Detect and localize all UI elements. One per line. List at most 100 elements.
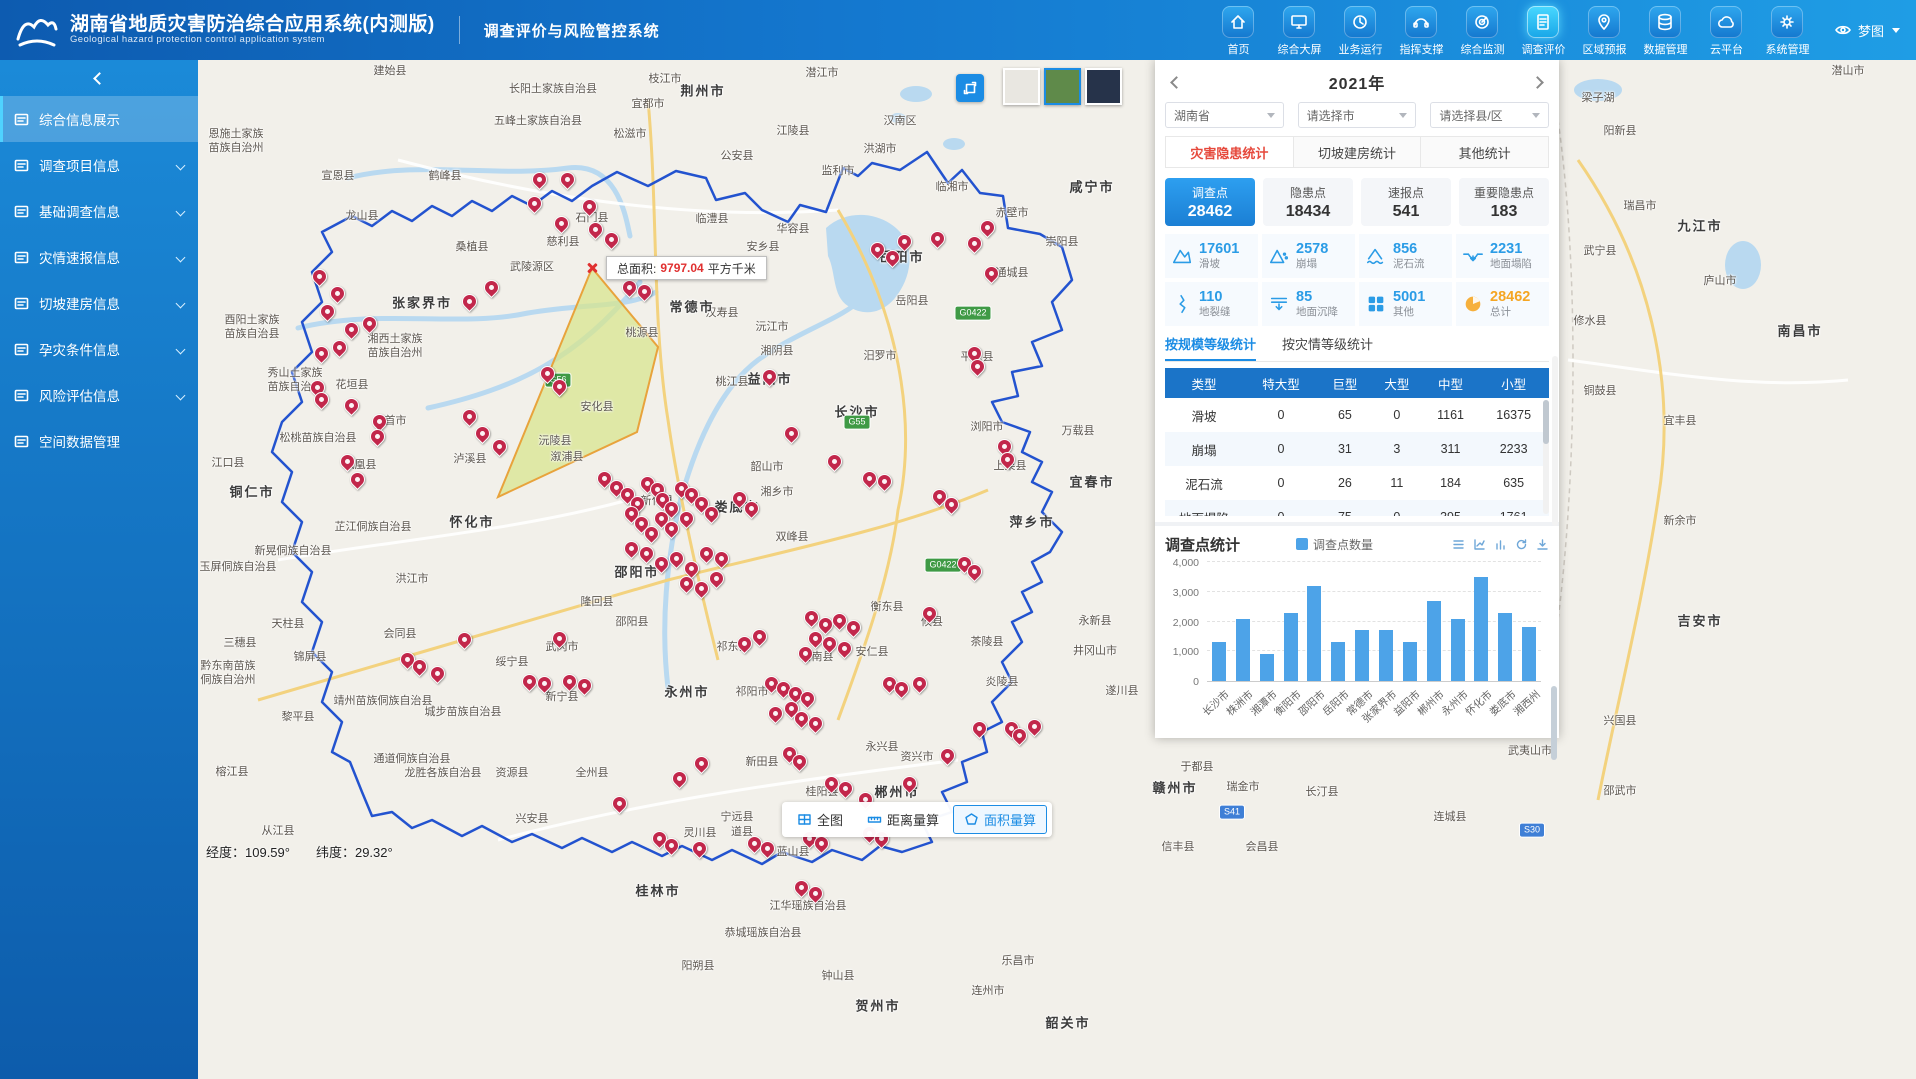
user-menu[interactable]: 梦图 bbox=[1834, 21, 1900, 40]
stat-subsidence[interactable]: 85地面沉降 bbox=[1262, 282, 1355, 326]
measure-vertex-x-icon[interactable] bbox=[586, 262, 598, 274]
basemap-thumb-dark[interactable] bbox=[1085, 68, 1122, 105]
stat-landslide[interactable]: 17601滑坡 bbox=[1165, 234, 1258, 278]
stat-collapse[interactable]: 2578崩塌 bbox=[1262, 234, 1355, 278]
tab-by-scale-level[interactable]: 按规模等级统计 bbox=[1165, 334, 1256, 361]
city-select[interactable]: 请选择市 bbox=[1298, 102, 1417, 128]
data-view-icon[interactable] bbox=[1452, 538, 1465, 551]
bar[interactable] bbox=[1331, 642, 1345, 681]
menu-item-icon bbox=[14, 434, 29, 449]
headset-icon bbox=[1405, 6, 1437, 38]
table-scrollbar[interactable] bbox=[1543, 400, 1549, 514]
coordinate-readout: 经度：109.59° 纬度：29.32° bbox=[206, 842, 393, 861]
bar[interactable] bbox=[1307, 586, 1321, 681]
chevron-down-icon bbox=[1399, 113, 1407, 118]
table-row[interactable]: 崩塌03133112233 bbox=[1165, 432, 1549, 466]
nav-item-data-management[interactable]: 数据管理 bbox=[1637, 4, 1694, 57]
chevron-down-icon bbox=[1892, 28, 1900, 33]
stat-other[interactable]: 5001其他 bbox=[1359, 282, 1452, 326]
sidebar-item-disaster-conditions[interactable]: 孕灾条件信息 bbox=[0, 326, 198, 372]
tab-slope-housing-stats[interactable]: 切坡建房统计 bbox=[1293, 136, 1422, 168]
sidebar-item-spatial-data[interactable]: 空间数据管理 bbox=[0, 418, 198, 464]
bar[interactable] bbox=[1451, 619, 1465, 681]
year-prev-button[interactable] bbox=[1165, 71, 1187, 93]
refresh-icon[interactable] bbox=[1515, 538, 1528, 551]
bar[interactable] bbox=[1403, 642, 1417, 681]
menu-item-icon bbox=[14, 250, 29, 265]
tab-hazard-stats[interactable]: 灾害隐患统计 bbox=[1165, 136, 1294, 168]
longitude-value: 经度：109.59° bbox=[206, 842, 290, 861]
bar[interactable] bbox=[1212, 642, 1226, 681]
bar[interactable] bbox=[1260, 654, 1274, 681]
year-value: 2021年 bbox=[1329, 70, 1386, 94]
bar[interactable] bbox=[1427, 601, 1441, 681]
axis-flip-icon[interactable] bbox=[1473, 538, 1486, 551]
sidebar-item-slope-housing[interactable]: 切坡建房信息 bbox=[0, 280, 198, 326]
card-quick-report-points[interactable]: 速报点 541 bbox=[1361, 178, 1451, 226]
nav-item-system-management[interactable]: 系统管理 bbox=[1759, 4, 1816, 57]
bar[interactable] bbox=[1498, 613, 1512, 681]
table-row[interactable]: 泥石流02611184635 bbox=[1165, 466, 1549, 500]
sidebar-item-risk-assessment[interactable]: 风险评估信息 bbox=[0, 372, 198, 418]
table-row[interactable]: 地面塌陷07503951761 bbox=[1165, 500, 1549, 516]
nav-item-regional-forecast[interactable]: 区域预报 bbox=[1576, 4, 1633, 57]
bar[interactable] bbox=[1284, 613, 1298, 681]
region-filters: 湖南省 请选择市 请选择县/区 bbox=[1165, 102, 1549, 128]
gear-icon bbox=[1771, 6, 1803, 38]
nav-item-cloud-platform[interactable]: 云平台 bbox=[1698, 4, 1755, 57]
bar[interactable] bbox=[1236, 619, 1250, 681]
screen-icon bbox=[1283, 6, 1315, 38]
layer-switch-button[interactable] bbox=[956, 74, 984, 102]
sidebar-item-disaster-report[interactable]: 灾情速报信息 bbox=[0, 234, 198, 280]
bar[interactable] bbox=[1379, 630, 1393, 681]
chart-legend[interactable]: 调查点数量 bbox=[1296, 536, 1373, 553]
basemap-thumb-satellite[interactable] bbox=[1044, 68, 1081, 105]
panel-scrollbar[interactable] bbox=[1552, 356, 1558, 526]
map-canvas bbox=[198, 60, 1916, 1079]
nav-item-business[interactable]: 业务运行 bbox=[1332, 4, 1389, 57]
measure-label: 总面积: bbox=[617, 260, 656, 277]
nav-item-big-screen[interactable]: 综合大屏 bbox=[1271, 4, 1328, 57]
card-important-points[interactable]: 重要隐患点 183 bbox=[1459, 178, 1549, 226]
sidebar-item-survey-project[interactable]: 调查项目信息 bbox=[0, 142, 198, 188]
county-select[interactable]: 请选择县/区 bbox=[1430, 102, 1549, 128]
nav-item-survey-evaluation[interactable]: 调查评价 bbox=[1515, 4, 1572, 57]
nav-item-command[interactable]: 指挥支撑 bbox=[1393, 4, 1450, 57]
app-logo bbox=[14, 9, 60, 51]
stat-total[interactable]: 28462总计 bbox=[1456, 282, 1549, 326]
system-label: 调查评价与风险管控系统 bbox=[484, 20, 660, 41]
chevron-left-icon bbox=[1170, 76, 1183, 89]
bar-chart-icon[interactable] bbox=[1494, 538, 1507, 551]
sidebar-collapse-button[interactable] bbox=[0, 60, 198, 96]
download-icon[interactable] bbox=[1536, 538, 1549, 551]
full-extent-button[interactable]: 全图 bbox=[787, 806, 853, 833]
table-row[interactable]: 滑坡0650116116375 bbox=[1165, 398, 1549, 432]
bar[interactable] bbox=[1474, 577, 1488, 681]
measure-distance-button[interactable]: 距离量算 bbox=[857, 806, 949, 833]
province-select[interactable]: 湖南省 bbox=[1165, 102, 1284, 128]
stat-ground-collapse[interactable]: 2231地面塌陷 bbox=[1456, 234, 1549, 278]
card-survey-points[interactable]: 调查点 28462 bbox=[1165, 178, 1255, 226]
nav-item-home[interactable]: 首页 bbox=[1210, 4, 1267, 57]
tab-other-stats[interactable]: 其他统计 bbox=[1420, 136, 1549, 168]
year-next-button[interactable] bbox=[1527, 71, 1549, 93]
bar[interactable] bbox=[1355, 630, 1369, 681]
sidebar-item-overview[interactable]: 综合信息展示 bbox=[0, 96, 198, 142]
bar[interactable] bbox=[1522, 627, 1536, 681]
scale-stats-table: 类型特大型巨型大型中型小型 滑坡0650116116375崩塌031331122… bbox=[1165, 368, 1549, 516]
map[interactable]: 建始县长阳土家族自治县枝江市荆州市宜都市松滋市公安县江陵县潜江市汉南区洪湖市监利… bbox=[198, 60, 1916, 1079]
basemap-thumb-vector[interactable] bbox=[1003, 68, 1040, 105]
latitude-value: 纬度：29.32° bbox=[316, 842, 393, 861]
panel-scrollbar-thumb[interactable] bbox=[1551, 686, 1557, 760]
chevron-down-icon bbox=[176, 252, 186, 262]
debris-flow-icon bbox=[1365, 245, 1387, 267]
stat-debris-flow[interactable]: 856泥石流 bbox=[1359, 234, 1452, 278]
nav-item-monitoring[interactable]: 综合监测 bbox=[1454, 4, 1511, 57]
sidebar-item-basic-survey[interactable]: 基础调查信息 bbox=[0, 188, 198, 234]
card-hidden-danger-points[interactable]: 隐患点 18434 bbox=[1263, 178, 1353, 226]
stat-ground-fissure[interactable]: 110地裂缝 bbox=[1165, 282, 1258, 326]
tab-by-disaster-level[interactable]: 按灾情等级统计 bbox=[1282, 334, 1373, 361]
table-scrollbar-thumb[interactable] bbox=[1543, 400, 1549, 444]
chart-yaxis: 01,0002,0003,0004,000 bbox=[1165, 562, 1203, 682]
measure-area-button[interactable]: 面积量算 bbox=[953, 805, 1047, 834]
